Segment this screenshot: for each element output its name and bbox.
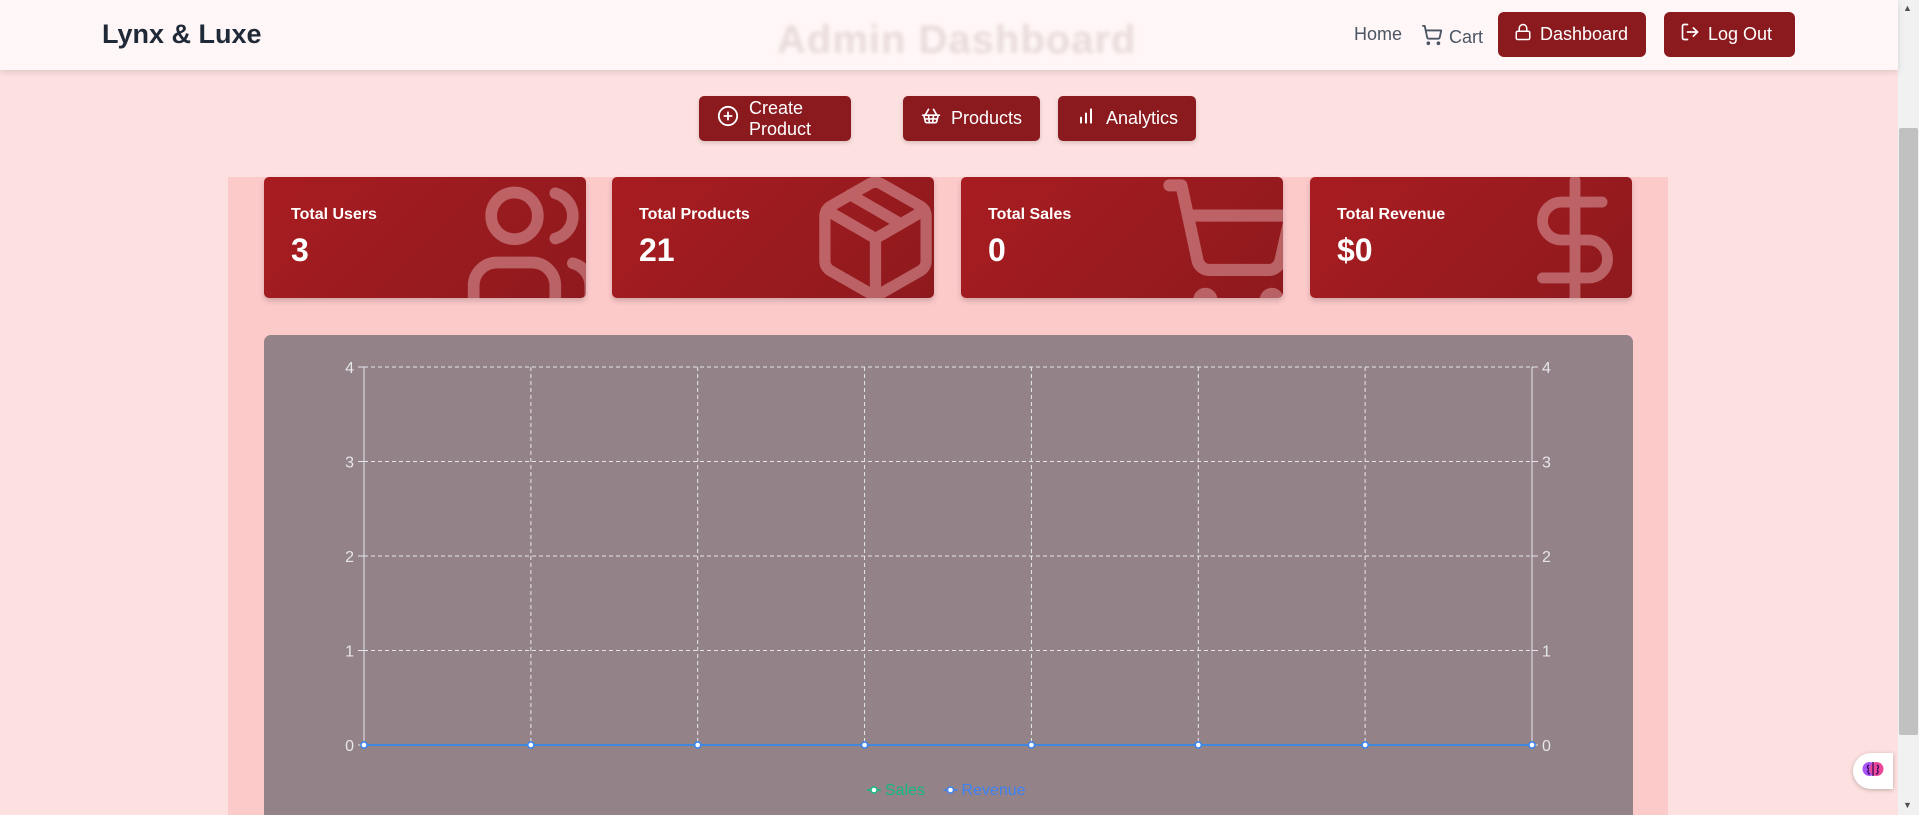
nav-home-label: Home: [1354, 24, 1403, 44]
dashboard-button[interactable]: Dashboard: [1498, 12, 1646, 57]
scroll-up-arrow-icon[interactable]: ▲: [1903, 3, 1912, 13]
logout-button[interactable]: Log Out: [1664, 12, 1795, 57]
stat-card-users: Total Users 3: [264, 177, 586, 298]
cart-icon: [1421, 24, 1443, 51]
data-point-revenue: [360, 741, 368, 749]
y-tick-label: 2: [345, 549, 354, 566]
tab-analytics-label: Analytics: [1106, 108, 1179, 128]
package-icon: [808, 177, 934, 298]
assistant-widget-button[interactable]: [1853, 753, 1893, 789]
y-tick-label: 3: [345, 455, 354, 472]
nav-home-link[interactable]: Home: [1354, 24, 1402, 45]
stat-label: Total Users: [291, 206, 377, 223]
tab-create-product-label: Create Product: [749, 97, 812, 139]
tab-analytics[interactable]: Analytics: [1058, 96, 1196, 141]
dollar-sign-icon: [1510, 177, 1632, 298]
stat-label: Total Sales: [988, 206, 1072, 223]
stat-value: 3: [291, 232, 309, 268]
logout-button-label: Log Out: [1708, 24, 1773, 44]
data-point-revenue: [1027, 741, 1036, 749]
y-tick-label: 1: [345, 644, 354, 661]
data-point-revenue: [1194, 741, 1202, 749]
data-point-revenue: [1361, 741, 1369, 749]
legend-marker-point: [870, 786, 878, 794]
data-point-revenue: [694, 741, 702, 749]
page-title: Admin Dashboard: [777, 18, 1137, 62]
stat-value: 0: [988, 232, 1006, 268]
data-point-revenue: [1528, 741, 1536, 749]
lock-icon: [1514, 23, 1532, 46]
data-point-revenue: [527, 741, 535, 749]
tab-products[interactable]: Products: [903, 96, 1040, 141]
y2-tick-label: 0: [1542, 738, 1551, 755]
users-icon: [462, 177, 586, 298]
y-tick-label: 0: [345, 738, 354, 755]
legend-marker-point: [946, 786, 955, 794]
data-point-revenue: [860, 741, 869, 749]
stat-card-sales: Total Sales 0: [961, 177, 1283, 298]
line-chart: 0 0 1 1 2 2 3 3 4 4 Sales Revenue: [345, 360, 1551, 799]
stat-card-revenue: Total Revenue $0: [1310, 177, 1632, 298]
legend-label: Sales: [885, 782, 925, 799]
stat-label: Total Revenue: [1337, 206, 1446, 223]
y2-tick-label: 1: [1542, 644, 1551, 661]
basket-icon: [921, 106, 941, 131]
y-tick-label: 4: [345, 360, 354, 377]
analytics-chart: 0 0 1 1 2 2 3 3 4 4 Sales Revenue: [264, 335, 1633, 815]
dashboard-button-label: Dashboard: [1540, 24, 1629, 44]
scroll-down-arrow-icon[interactable]: ▼: [1903, 800, 1912, 810]
bar-chart-icon: [1076, 106, 1096, 131]
y2-tick-label: 2: [1542, 549, 1551, 566]
brand-logo[interactable]: Lynx & Luxe: [102, 19, 262, 50]
nav-cart-link[interactable]: Cart: [1421, 24, 1483, 51]
brain-icon: [1861, 757, 1885, 786]
tab-products-label: Products: [951, 108, 1023, 128]
y2-tick-label: 4: [1542, 360, 1551, 377]
y2-tick-label: 3: [1542, 455, 1551, 472]
stat-card-products: Total Products 21: [612, 177, 934, 298]
shopping-cart-icon: [1157, 177, 1283, 298]
stat-label: Total Products: [639, 206, 750, 223]
plus-circle-icon: [717, 105, 739, 132]
tab-create-product[interactable]: Create Product: [699, 96, 851, 141]
logout-icon: [1680, 22, 1700, 47]
nav-cart-label: Cart: [1449, 27, 1484, 47]
stat-value: $0: [1337, 232, 1373, 268]
stat-value: 21: [639, 232, 675, 268]
legend-label: Revenue: [962, 782, 1026, 799]
scrollbar-thumb[interactable]: [1899, 128, 1918, 735]
top-navbar: Lynx & Luxe Admin Dashboard Home Cart Da…: [0, 0, 1898, 70]
